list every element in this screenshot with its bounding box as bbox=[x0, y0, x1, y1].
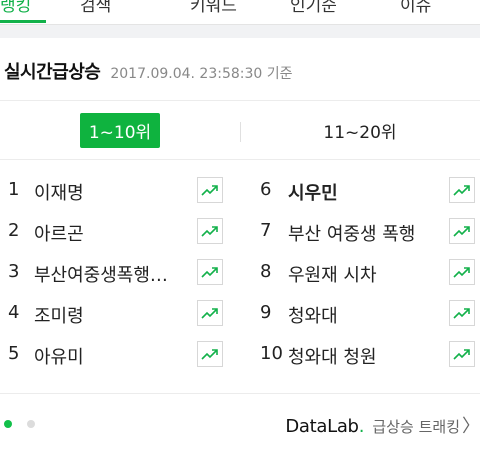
rank-number: 6 bbox=[260, 179, 272, 200]
chevron-right-icon: 〉 bbox=[462, 416, 480, 437]
rank-item[interactable]: 10 청와대 청원 bbox=[250, 334, 480, 375]
trend-up-icon[interactable] bbox=[197, 300, 223, 326]
tab-rank-11-20[interactable]: 11~20위 bbox=[240, 101, 480, 159]
active-tab-indicator bbox=[0, 20, 46, 23]
trend-up-icon[interactable] bbox=[197, 218, 223, 244]
nav-tab-search[interactable]: 검색 bbox=[80, 0, 111, 16]
trend-up-icon[interactable] bbox=[197, 259, 223, 285]
rank-keyword[interactable]: 부산 여중생 폭행 bbox=[288, 220, 415, 246]
trend-up-icon[interactable] bbox=[449, 218, 475, 244]
top-nav-bar: 랭킹 검색 키워드 인기순 이슈 bbox=[0, 0, 480, 25]
rank-keyword[interactable]: 시우민 bbox=[288, 179, 338, 205]
rank-list-right: 6 시우민 7 부산 여중생 폭행 8 우원재 시차 9 청와대 10 청와대 … bbox=[250, 170, 480, 375]
rank-number: 2 bbox=[8, 220, 20, 241]
rank-keyword[interactable]: 부산여중생폭행사건 bbox=[34, 261, 174, 287]
nav-tab-ranking[interactable]: 랭킹 bbox=[0, 0, 31, 16]
rank-item[interactable]: 9 청와대 bbox=[250, 293, 480, 334]
panel-timestamp: 2017.09.04. 23:58:30 기준 bbox=[110, 66, 293, 82]
rank-item[interactable]: 1 이재명 bbox=[0, 170, 240, 211]
rank-list-left: 1 이재명 2 아르곤 3 부산여중생폭행사건 4 조미령 5 아유미 bbox=[0, 170, 240, 375]
trend-up-icon[interactable] bbox=[197, 341, 223, 367]
divider bbox=[0, 159, 480, 160]
rank-number: 9 bbox=[260, 302, 272, 323]
rank-keyword[interactable]: 우원재 시차 bbox=[288, 261, 377, 287]
rank-number: 10 bbox=[260, 343, 283, 364]
tab-rank-1-10-label: 1~10위 bbox=[79, 112, 161, 148]
rank-keyword[interactable]: 아유미 bbox=[34, 343, 84, 369]
rank-number: 1 bbox=[8, 179, 20, 200]
trend-up-icon[interactable] bbox=[449, 177, 475, 203]
rank-number: 5 bbox=[8, 343, 20, 364]
tab-rank-1-10[interactable]: 1~10위 bbox=[0, 101, 240, 159]
datalab-link[interactable]: DataLab. 급상승 트래킹 〉 bbox=[285, 412, 480, 438]
trend-up-icon[interactable] bbox=[197, 177, 223, 203]
panel-header: 실시간급상승 2017.09.04. 23:58:30 기준 bbox=[4, 58, 293, 84]
section-gap bbox=[0, 25, 480, 38]
trend-up-icon[interactable] bbox=[449, 341, 475, 367]
trend-up-icon[interactable] bbox=[449, 259, 475, 285]
rank-item[interactable]: 8 우원재 시차 bbox=[250, 252, 480, 293]
rank-keyword[interactable]: 조미령 bbox=[34, 302, 84, 328]
rank-range-tabs: 1~10위 11~20위 bbox=[0, 101, 480, 159]
rank-item[interactable]: 3 부산여중생폭행사건 bbox=[0, 252, 240, 293]
page-indicator-inactive[interactable] bbox=[27, 420, 35, 428]
rank-item[interactable]: 2 아르곤 bbox=[0, 211, 240, 252]
page-indicator-active[interactable] bbox=[4, 420, 12, 428]
realtime-rising-panel: 실시간급상승 2017.09.04. 23:58:30 기준 1~10위 11~… bbox=[0, 38, 480, 449]
panel-footer: DataLab. 급상승 트래킹 〉 bbox=[0, 394, 480, 449]
rising-tracking-link[interactable]: 급상승 트래킹 bbox=[372, 416, 460, 437]
trend-up-icon[interactable] bbox=[449, 300, 475, 326]
rank-keyword[interactable]: 이재명 bbox=[34, 179, 84, 205]
panel-title: 실시간급상승 bbox=[4, 62, 101, 83]
rank-item[interactable]: 4 조미령 bbox=[0, 293, 240, 334]
rank-keyword[interactable]: 청와대 bbox=[288, 302, 338, 328]
rank-number: 8 bbox=[260, 261, 272, 282]
rank-number: 4 bbox=[8, 302, 20, 323]
rank-number: 7 bbox=[260, 220, 272, 241]
rank-keyword[interactable]: 청와대 청원 bbox=[288, 343, 377, 369]
rank-keyword[interactable]: 아르곤 bbox=[34, 220, 84, 246]
datalab-logo-dot: . bbox=[358, 416, 365, 437]
rank-item[interactable]: 5 아유미 bbox=[0, 334, 240, 375]
datalab-logo: DataLab bbox=[285, 416, 359, 437]
nav-tab-issue[interactable]: 이슈 bbox=[400, 0, 431, 16]
nav-tab-keyword[interactable]: 키워드 bbox=[190, 0, 237, 16]
rank-item[interactable]: 7 부산 여중생 폭행 bbox=[250, 211, 480, 252]
rank-item[interactable]: 6 시우민 bbox=[250, 170, 480, 211]
nav-tab-popular[interactable]: 인기순 bbox=[290, 0, 337, 16]
tab-rank-11-20-label: 11~20위 bbox=[323, 122, 397, 143]
rank-number: 3 bbox=[8, 261, 20, 282]
